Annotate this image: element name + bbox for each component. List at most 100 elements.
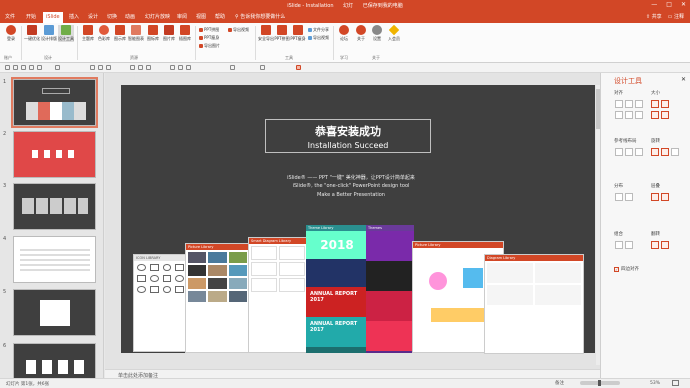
tab-animations[interactable]: 动画 — [125, 13, 135, 20]
tab-islide[interactable]: iSlide — [43, 12, 63, 23]
rotate-icon[interactable] — [651, 148, 659, 156]
maximize-button[interactable]: □ — [666, 1, 672, 8]
align-right-icon[interactable] — [146, 65, 151, 70]
diagram-library-button[interactable]: 图示库 — [112, 25, 128, 42]
tab-slideshow[interactable]: 幻灯片放映 — [145, 13, 170, 20]
same-width-icon[interactable] — [651, 100, 659, 108]
picture-library-button[interactable]: 图片库 — [161, 25, 177, 42]
shape-icon[interactable] — [170, 65, 175, 70]
tab-transitions[interactable]: 切换 — [107, 13, 117, 20]
tab-file[interactable]: 文件 — [5, 13, 15, 20]
theme-library-button[interactable]: 主题库 — [80, 25, 96, 42]
thumbnail-slide-6[interactable] — [13, 343, 96, 378]
tab-help[interactable]: 帮助 — [215, 13, 225, 20]
status-bar: 幻灯片 第1张，共6张 备注 53% — [0, 378, 690, 388]
scale-icon[interactable] — [661, 111, 669, 119]
notes-toggle[interactable]: 备注 — [555, 380, 564, 386]
slim-button[interactable]: PPT瘦身 — [290, 25, 306, 42]
forum-button[interactable]: 论坛 — [336, 25, 352, 42]
zoom-slider-thumb[interactable] — [598, 380, 601, 386]
guide-icon[interactable] — [625, 148, 633, 156]
vip-button[interactable]: 入会员 — [386, 24, 402, 42]
tab-view[interactable]: 视图 — [196, 13, 206, 20]
tab-review[interactable]: 审阅 — [177, 13, 187, 20]
diagram-library-window: Diagram Library — [484, 254, 584, 354]
about-button[interactable]: 关于 — [353, 25, 369, 42]
save-icon[interactable] — [21, 65, 26, 70]
safe-export-button[interactable]: 安全导出 — [258, 25, 274, 42]
tab-home[interactable]: 开始 — [26, 13, 36, 20]
export-image-item[interactable]: 导出图片 — [199, 43, 220, 49]
group-icon[interactable] — [615, 241, 623, 249]
minimize-button[interactable]: — — [651, 1, 657, 8]
tab-insert[interactable]: 插入 — [69, 13, 79, 20]
align-middle-icon[interactable] — [625, 111, 633, 119]
arrange-icon[interactable] — [178, 65, 183, 70]
zoom-level[interactable]: 53% — [650, 381, 660, 386]
close-button[interactable]: ✕ — [681, 1, 686, 8]
fit-slide-icon[interactable] — [672, 380, 679, 386]
annual-report-tile-2: ANNUAL REPORT 2017 — [306, 317, 368, 347]
underline-icon[interactable] — [106, 65, 111, 70]
ungroup-icon[interactable] — [625, 241, 633, 249]
file-share-item[interactable]: 文件分享 — [308, 27, 329, 33]
distribute-h-icon[interactable] — [615, 193, 623, 201]
export-video-button[interactable]: 导出视频 — [308, 35, 329, 41]
rotate-icon[interactable] — [661, 148, 669, 156]
design-layout-button[interactable]: 设计排版 — [41, 25, 57, 42]
distribute-v-icon[interactable] — [625, 193, 633, 201]
same-size-icon[interactable] — [651, 111, 659, 119]
bold-icon[interactable] — [90, 65, 95, 70]
layout-icon[interactable] — [13, 65, 18, 70]
slide-title-box[interactable]: 恭喜安装成功 Installation Succeed — [265, 119, 431, 153]
one-click-optimize-button[interactable]: 一键优化 — [24, 25, 40, 42]
tell-me-search[interactable]: ⚲ 告诉我你想要做什么 — [235, 13, 285, 20]
align-bottom-icon[interactable] — [635, 111, 643, 119]
export-video-item[interactable]: 导出视频 — [228, 27, 249, 33]
find-icon[interactable] — [260, 65, 265, 70]
thumbnail-slide-5[interactable] — [13, 289, 96, 336]
bring-forward-icon[interactable] — [651, 193, 659, 201]
illustration-library-button[interactable]: 插图库 — [177, 25, 193, 42]
comment-button[interactable]: ▭ 注释 — [668, 13, 684, 20]
new-slide-icon[interactable] — [5, 65, 10, 70]
login-button[interactable]: 登录 — [3, 25, 19, 42]
thumbnail-slide-4[interactable] — [13, 236, 96, 283]
flip-v-icon[interactable] — [661, 241, 669, 249]
guide-icon[interactable] — [615, 148, 623, 156]
same-height-icon[interactable] — [661, 100, 669, 108]
ppt-puzzle-item[interactable]: PPT拼图 — [199, 27, 219, 33]
icon-library-button[interactable]: 图标库 — [145, 25, 161, 42]
thumbnail-slide-2[interactable] — [13, 131, 96, 178]
smart-chart-button[interactable]: 智能图表 — [128, 25, 144, 42]
undo-icon[interactable] — [29, 65, 34, 70]
settings-button[interactable]: 设置 — [369, 25, 385, 42]
puzzle-button[interactable]: PPT拼图 — [274, 25, 290, 42]
align-center-icon[interactable] — [138, 65, 143, 70]
four-side-align-option[interactable]: ✓ 四边对齐 — [614, 266, 639, 272]
fill-icon[interactable] — [186, 65, 191, 70]
thumbnail-slide-1[interactable] — [11, 77, 98, 128]
font-box-icon[interactable] — [55, 65, 60, 70]
design-tools-button[interactable]: 设计工具 — [58, 25, 74, 42]
highlight-icon[interactable] — [296, 65, 301, 70]
checkbox-icon[interactable]: ✓ — [614, 266, 619, 272]
align-left-icon[interactable] — [615, 100, 623, 108]
italic-icon[interactable] — [98, 65, 103, 70]
color-library-button[interactable]: 色彩库 — [96, 25, 112, 42]
align-right-icon[interactable] — [635, 100, 643, 108]
pen-icon[interactable] — [671, 148, 679, 156]
ppt-slim-item[interactable]: PPT瘦身 — [199, 35, 219, 41]
thumbnail-slide-3[interactable] — [13, 183, 96, 230]
tab-design[interactable]: 设计 — [88, 13, 98, 20]
share-button[interactable]: ⇪ 共享 — [646, 13, 662, 20]
align-left-icon[interactable] — [130, 65, 135, 70]
guide-icon[interactable] — [635, 148, 643, 156]
close-panel-icon[interactable]: ✕ — [681, 76, 686, 83]
align-top-icon[interactable] — [615, 111, 623, 119]
align-center-icon[interactable] — [625, 100, 633, 108]
send-backward-icon[interactable] — [661, 193, 669, 201]
flip-h-icon[interactable] — [651, 241, 659, 249]
paste-icon[interactable] — [230, 65, 235, 70]
redo-icon[interactable] — [37, 65, 42, 70]
